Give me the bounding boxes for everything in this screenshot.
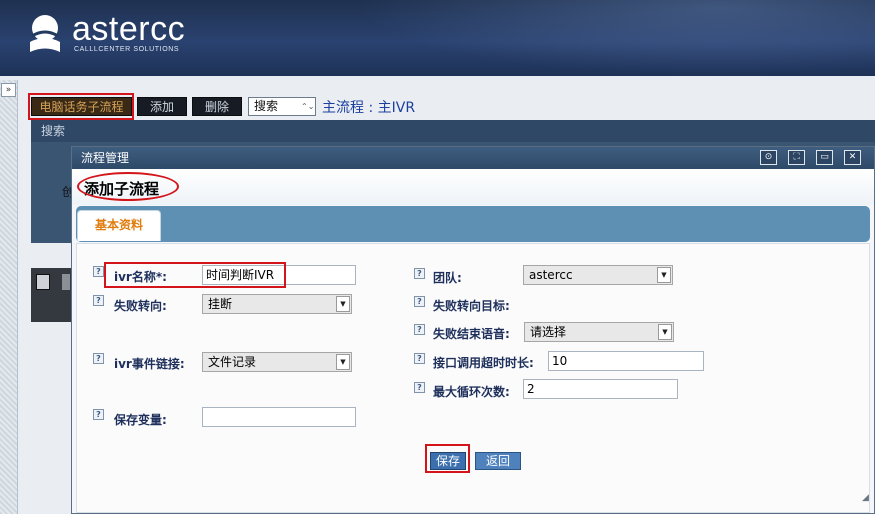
help-icon[interactable]: ? <box>93 295 104 306</box>
tab-bar <box>76 206 870 242</box>
dialog-titlebar[interactable]: 流程管理 <box>72 147 874 169</box>
save-variable-input[interactable] <box>202 407 356 427</box>
dialog-restore-icon[interactable]: ▭ <box>816 150 833 165</box>
back-button[interactable]: 返回 <box>475 452 521 470</box>
team-select[interactable]: astercc ▼ <box>523 265 673 285</box>
fail-route-label: 失败转向: <box>114 299 167 313</box>
highlight-subflow <box>28 93 134 120</box>
fail-end-voice-select[interactable]: 请选择 ▼ <box>524 322 674 342</box>
timeout-input[interactable]: 10 <box>548 351 704 371</box>
delete-button[interactable]: 删除 <box>192 97 242 116</box>
app-header: astercc CALLLCENTER SOLUTIONS <box>0 0 875 76</box>
help-icon[interactable]: ? <box>414 268 425 279</box>
dialog-header: 添加子流程 <box>72 169 874 205</box>
help-icon[interactable]: ? <box>414 296 425 307</box>
fail-target-label: 失败转向目标: <box>433 299 510 313</box>
highlight-ivr-name <box>104 262 286 288</box>
tab-basic-info[interactable]: 基本资料 <box>77 210 161 241</box>
dropdown-arrow-icon: ▼ <box>336 296 350 312</box>
add-button[interactable]: 添加 <box>137 97 187 116</box>
search-bar[interactable]: 搜索 <box>31 120 875 142</box>
timeout-label: 接口调用超时时长: <box>433 356 534 370</box>
grid-handle <box>62 274 70 290</box>
fail-end-voice-label: 失败结束语音: <box>433 327 510 341</box>
dialog-close-icon[interactable]: ✕ <box>844 150 861 165</box>
brand-name: astercc <box>72 10 186 48</box>
help-icon[interactable]: ? <box>414 353 425 364</box>
highlight-save <box>425 444 470 473</box>
sidebar-collapse-strip <box>0 80 18 514</box>
main-flow-label: 主流程 : 主IVR <box>322 100 416 116</box>
team-value: astercc <box>529 268 573 282</box>
max-loop-label: 最大循环次数: <box>433 385 510 399</box>
updown-icon: ⌃⌄ <box>301 102 315 111</box>
fail-route-value: 挂断 <box>208 297 233 311</box>
highlight-heading <box>77 172 179 201</box>
search-select-value: 搜索 <box>254 99 279 113</box>
help-icon[interactable]: ? <box>414 324 425 335</box>
grid-checkbox[interactable] <box>36 274 50 290</box>
dialog-minimize-icon[interactable]: ⊙ <box>760 150 777 165</box>
fail-end-voice-value: 请选择 <box>530 325 567 339</box>
help-icon[interactable]: ? <box>93 409 104 420</box>
save-variable-label: 保存变量: <box>114 413 167 427</box>
max-loop-input[interactable]: 2 <box>523 379 678 399</box>
help-icon[interactable]: ? <box>414 382 425 393</box>
header-glow <box>355 0 875 76</box>
astercc-logo-icon <box>30 15 60 52</box>
expand-sidebar-button[interactable]: » <box>1 83 16 97</box>
resize-grip-icon[interactable]: ◢ <box>862 493 872 503</box>
brand-tagline: CALLLCENTER SOLUTIONS <box>74 46 180 53</box>
dialog-fullscreen-icon[interactable]: ⛶ <box>788 150 805 165</box>
help-icon[interactable]: ? <box>93 353 104 364</box>
team-label: 团队: <box>433 271 462 285</box>
ivr-event-select[interactable]: 文件记录 ▼ <box>202 352 352 372</box>
ivr-event-value: 文件记录 <box>208 355 257 369</box>
dropdown-arrow-icon: ▼ <box>657 267 671 283</box>
help-icon[interactable]: ? <box>93 266 104 277</box>
dropdown-arrow-icon: ▼ <box>336 354 350 370</box>
fail-route-select[interactable]: 挂断 ▼ <box>202 294 352 314</box>
ivr-event-label: ivr事件链接: <box>114 357 185 371</box>
dropdown-arrow-icon: ▼ <box>658 324 672 340</box>
dialog-title: 流程管理 <box>81 151 130 165</box>
search-select[interactable]: 搜索 ⌃⌄ <box>248 97 316 116</box>
